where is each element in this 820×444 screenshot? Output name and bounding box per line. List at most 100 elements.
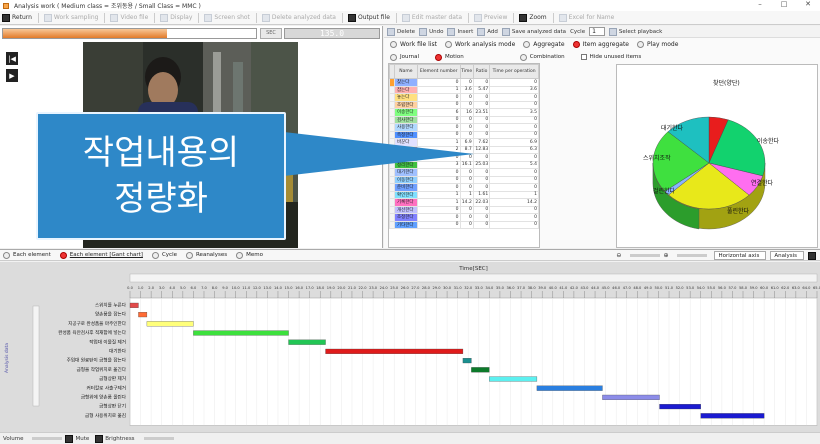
col-time[interactable]: Time [459,64,474,79]
close-button[interactable]: ✕ [796,0,820,8]
tab-label: Each element [Gant chart] [69,252,143,258]
tab-each-element-gant-chart-[interactable]: Each element [Gant chart] [59,251,143,259]
select-playback-button[interactable]: Select playback [608,27,662,36]
menu-work-sampling-button: Work sampling [43,13,98,22]
x-tick-label: 18.0 [316,286,325,290]
cell-per: 5.4 [489,160,539,169]
cell-time: 0 [459,183,474,192]
tab-label: Memo [246,252,263,258]
menu-return-button[interactable]: Return [2,13,32,22]
table-row[interactable]: 조정한다 0 0 0 0 [389,213,539,222]
tab-memo[interactable]: Memo [236,251,263,259]
table-row[interactable]: 검사한다 0 0 0 0 [389,115,539,124]
save-chart-icon[interactable] [808,251,816,260]
analysis-select[interactable]: Analysis [770,251,804,260]
x-tick-label: 15.0 [285,286,294,290]
mode-label: Item aggregate [582,41,629,48]
table-row[interactable]: 잡는다 1 3.6 5.47 3.6 [389,85,539,94]
screenshot-icon [204,13,213,22]
mute-button[interactable]: Mute [65,434,89,443]
cell-per: 6.9 [489,138,539,147]
play-icon[interactable]: ▶ [6,69,18,82]
brightness-slider[interactable] [143,437,174,440]
insert-button[interactable]: Insert [447,27,473,36]
x-tick-label: 32.0 [464,286,473,290]
mode-aggregate[interactable]: Aggregate [523,41,565,48]
output-file-icon [348,13,356,22]
brightness-button[interactable]: Brightness [95,434,135,443]
sec-button[interactable]: SEC [260,28,282,39]
x-tick-label: 59.0 [750,286,759,290]
col-element-number[interactable]: Element number [416,64,461,79]
table-row[interactable]: 기록한다 1 14.2 22.03 14.2 [389,198,539,207]
col-ratio[interactable]: Ratio [472,64,491,79]
table-row[interactable]: 이송한다 6 16 23.51 3.5 [389,108,539,117]
delete-icon [261,13,270,22]
cell-time: 16 [459,108,474,117]
combination-radio[interactable]: Combination [519,53,565,61]
return-icon [2,13,10,22]
gantt-bar [129,302,139,308]
mode-play-mode[interactable]: Play mode [637,41,678,48]
zoom-in-icon[interactable]: ⊕ [663,252,668,259]
table-row[interactable]: 기타한다 0 0 0 0 [389,220,539,229]
zoom-slider-1[interactable] [630,254,661,257]
table-row[interactable]: 개선한다 0 0 0 0 [389,205,539,214]
cell-ratio: 0 [472,220,491,229]
skip-back-icon[interactable]: |◀ [6,52,18,65]
col-name[interactable]: Name [394,64,418,79]
table-row[interactable]: 이동한다 0 0 0 0 [389,175,539,184]
gantt-bar [462,358,472,364]
journal-radio[interactable]: Journal [390,53,419,61]
motion-radio[interactable]: Motion [435,53,464,61]
table-row[interactable]: 조립한다 0 0 0 0 [389,100,539,109]
zoom-out-icon[interactable]: ⊖ [616,252,621,259]
mode-work-file-list[interactable]: Work file list [390,41,437,48]
table-row[interactable]: 준비한다 0 0 0 0 [389,183,539,192]
journal-radio-dot [390,53,397,61]
horizontal-axis-select[interactable]: Horizontal axis [714,251,767,260]
menu-zoom-button[interactable]: Zoom [519,13,547,22]
minimize-button[interactable]: – [748,0,772,8]
tab-each-element[interactable]: Each element [3,251,51,259]
maximize-button[interactable]: □ [772,0,796,8]
tab-cycle[interactable]: Cycle [151,251,177,259]
mode-work-analysis-mode[interactable]: Work analysis mode [444,41,515,48]
pie-label: 이송한다 [757,137,780,145]
x-tick-label: 24.0 [380,286,389,290]
volume-slider[interactable] [32,437,63,440]
tab-reanalyses[interactable]: Reanalyses [185,251,227,259]
x-tick-label: 39.0 [538,286,547,290]
gantt-row-label: 대기한다 [109,348,127,355]
toolbar-separator [395,12,397,23]
hide-unused-checkbox[interactable]: Hide unused items [580,54,641,60]
col-time-per-op[interactable]: Time per operation [489,64,539,79]
cycle-select[interactable]: 1 [589,27,605,36]
mode-radio-dot [444,41,452,48]
x-tick-label: 51.0 [665,286,674,290]
x-tick-label: 27.0 [411,286,420,290]
cell-time: 0 [459,115,474,124]
pie-label: 스위치조작 [643,154,671,162]
video-progress-bar[interactable] [2,28,257,39]
status-bar: Volume Mute Brightness [0,432,820,444]
cell-time: 0 [459,93,474,102]
table-row[interactable]: 확인한다 1 1 1.61 1 [389,190,539,199]
menu-output-file-button[interactable]: Output file [348,13,390,22]
table-row[interactable]: 사용한다 0 0 0 0 [389,123,539,132]
aggregate-submodes: Journal Motion Combination Hide unused i… [384,52,820,62]
toolbar-separator [104,12,106,23]
delete-button[interactable]: Delete [387,27,415,36]
cell-per: 14.2 [489,198,539,207]
toolbar-separator [552,12,554,23]
cell-ratio: 7.62 [472,138,491,147]
table-row[interactable]: 찾는다 0 0 0 0 [389,78,539,87]
cell-ratio: 22.03 [472,198,491,207]
table-row[interactable]: 놓는다 0 0 0 0 [389,93,539,102]
save-analyzed-button[interactable]: Save analyzed data [501,27,566,36]
add-button[interactable]: Add [477,27,498,36]
app-icon [3,2,9,9]
mode-item-aggregate[interactable]: Item aggregate [572,41,629,48]
undo-button[interactable]: Undo [419,27,443,36]
zoom-slider-2[interactable] [677,254,708,257]
